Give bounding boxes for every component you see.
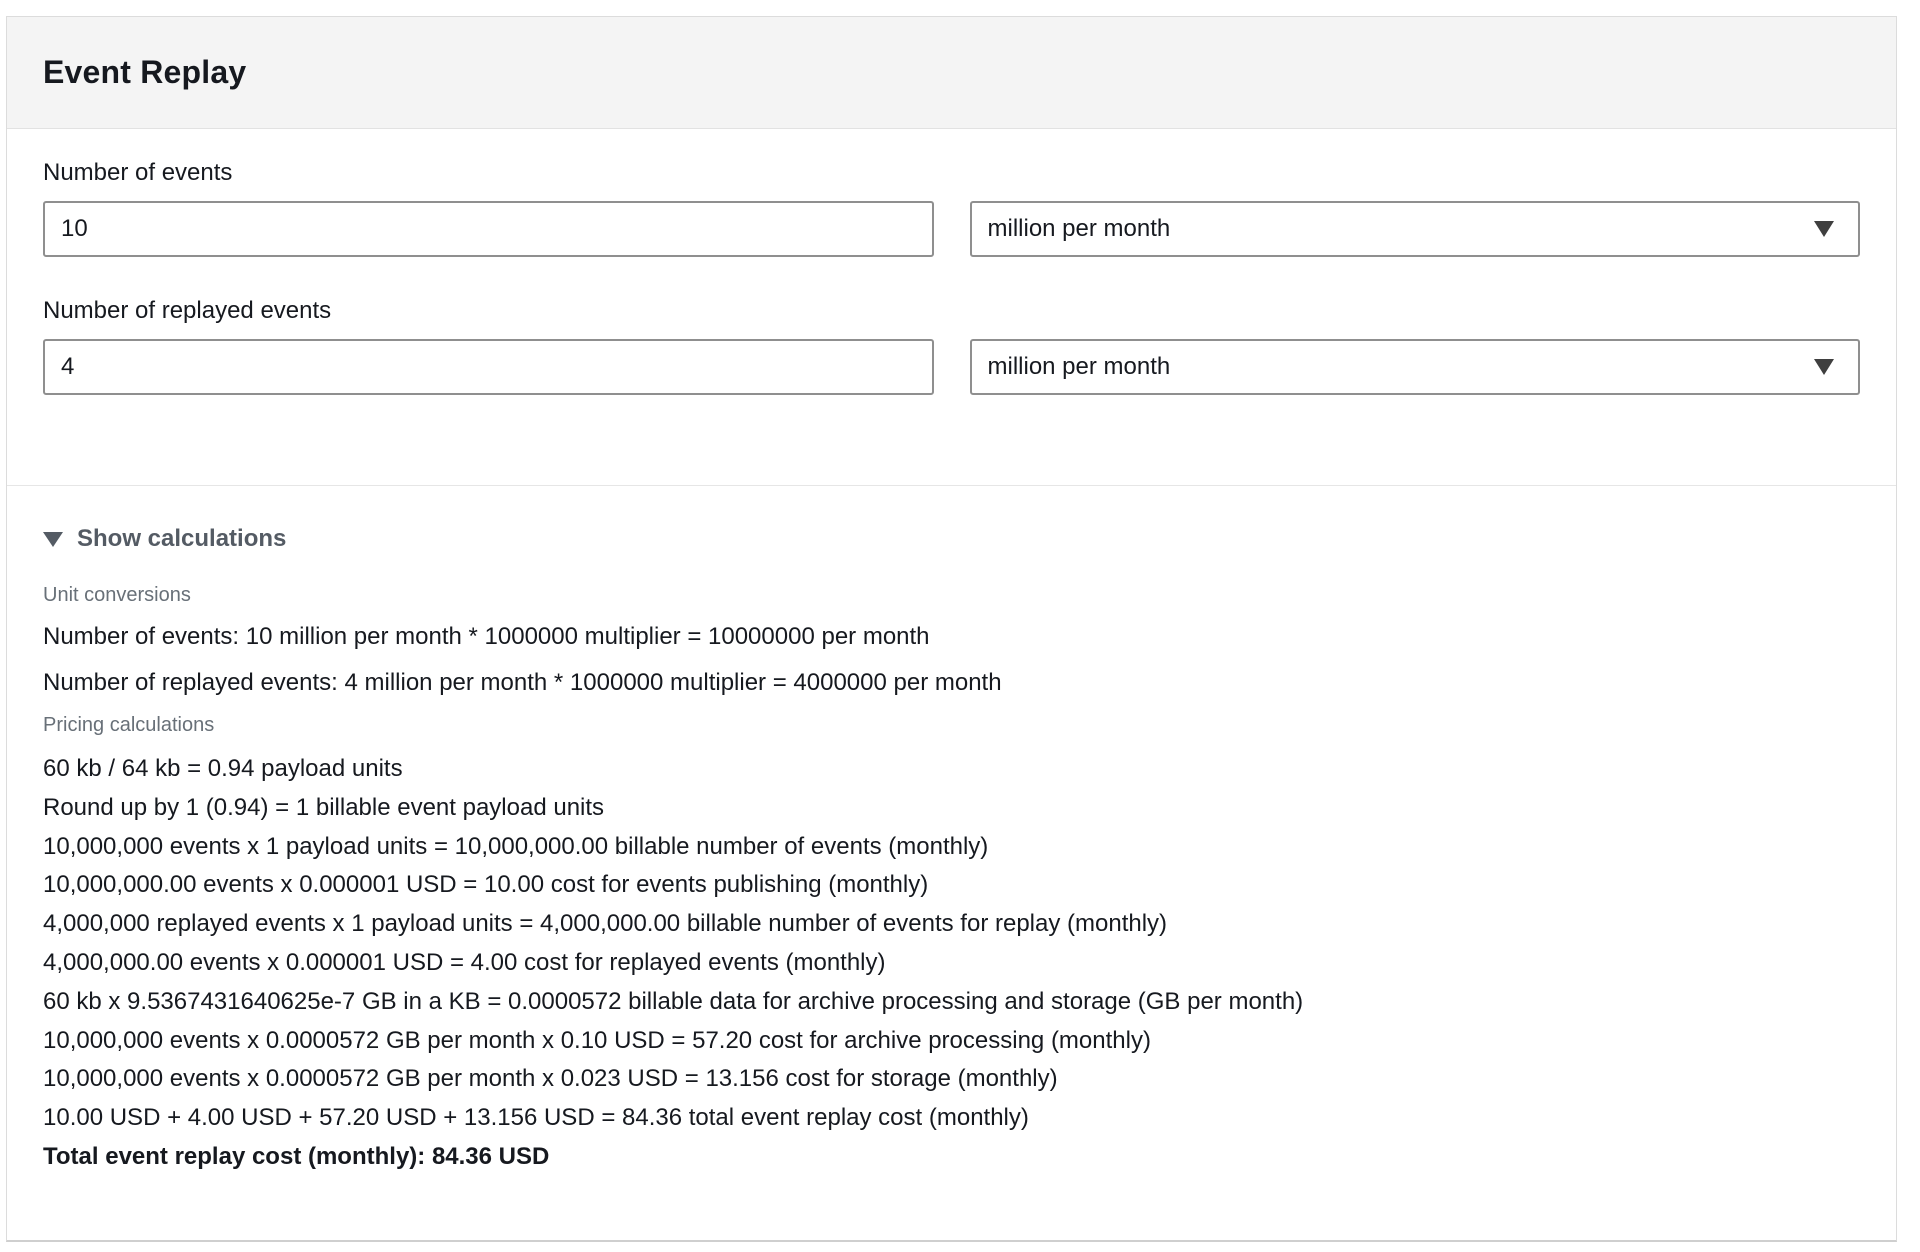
- pricing-line: 4,000,000.00 events x 0.000001 USD = 4.0…: [43, 948, 886, 976]
- number-of-events-label: Number of events: [43, 159, 233, 186]
- caret-down-icon: [43, 531, 63, 547]
- show-calculations-label: Show calculations: [77, 525, 287, 552]
- pricing-line: 60 kb x 9.5367431640625e-7 GB in a KB = …: [43, 987, 1304, 1015]
- pricing-line: 10,000,000 events x 0.0000572 GB per mon…: [43, 1065, 1058, 1093]
- number-of-replayed-events-unit-value: million per month: [987, 353, 1171, 380]
- number-of-replayed-events-label: Number of replayed events: [43, 297, 332, 324]
- unit-conversion-line: Number of replayed events: 4 million per…: [43, 669, 1002, 696]
- number-of-replayed-events-input[interactable]: [43, 339, 934, 395]
- number-of-events-row: million per month: [43, 201, 1860, 257]
- unit-conversions-heading: Unit conversions: [43, 584, 191, 606]
- panel-header: Event Replay: [7, 17, 1896, 129]
- calculations-section: Show calculations Unit conversions Numbe…: [7, 486, 1896, 1177]
- input-form: Number of events million per month Numbe…: [7, 129, 1896, 486]
- total-cost-line: Total event replay cost (monthly): 84.36…: [43, 1142, 550, 1170]
- panel-title: Event Replay: [43, 54, 247, 90]
- pricing-calculations-heading: Pricing calculations: [43, 714, 215, 736]
- number-of-replayed-events-unit-select[interactable]: million per month: [969, 339, 1860, 395]
- number-of-events-unit-value: million per month: [987, 215, 1171, 242]
- number-of-events-input[interactable]: [43, 201, 934, 257]
- show-calculations-toggle[interactable]: Show calculations: [43, 522, 1860, 556]
- event-replay-panel: Event Replay Number of events million pe…: [6, 16, 1897, 1242]
- caret-down-icon: [1814, 221, 1834, 237]
- number-of-replayed-events-row: million per month: [43, 339, 1860, 395]
- unit-conversions-list: Number of events: 10 million per month *…: [43, 620, 1860, 700]
- pricing-line: 4,000,000 replayed events x 1 payload un…: [43, 910, 1168, 938]
- caret-down-icon: [1814, 359, 1834, 375]
- pricing-calculations-list: 60 kb / 64 kb = 0.94 payload units Round…: [43, 750, 1860, 1177]
- pricing-line: Round up by 1 (0.94) = 1 billable event …: [43, 793, 605, 821]
- pricing-line: 10,000,000.00 events x 0.000001 USD = 10…: [43, 871, 929, 899]
- pricing-line: 10.00 USD + 4.00 USD + 57.20 USD + 13.15…: [43, 1104, 1029, 1132]
- unit-conversion-line: Number of events: 10 million per month *…: [43, 623, 930, 650]
- pricing-line: 60 kb / 64 kb = 0.94 payload units: [43, 755, 403, 782]
- pricing-line: 10,000,000 events x 0.0000572 GB per mon…: [43, 1026, 1151, 1054]
- number-of-events-unit-select[interactable]: million per month: [969, 201, 1860, 257]
- pricing-line: 10,000,000 events x 1 payload units = 10…: [43, 832, 989, 860]
